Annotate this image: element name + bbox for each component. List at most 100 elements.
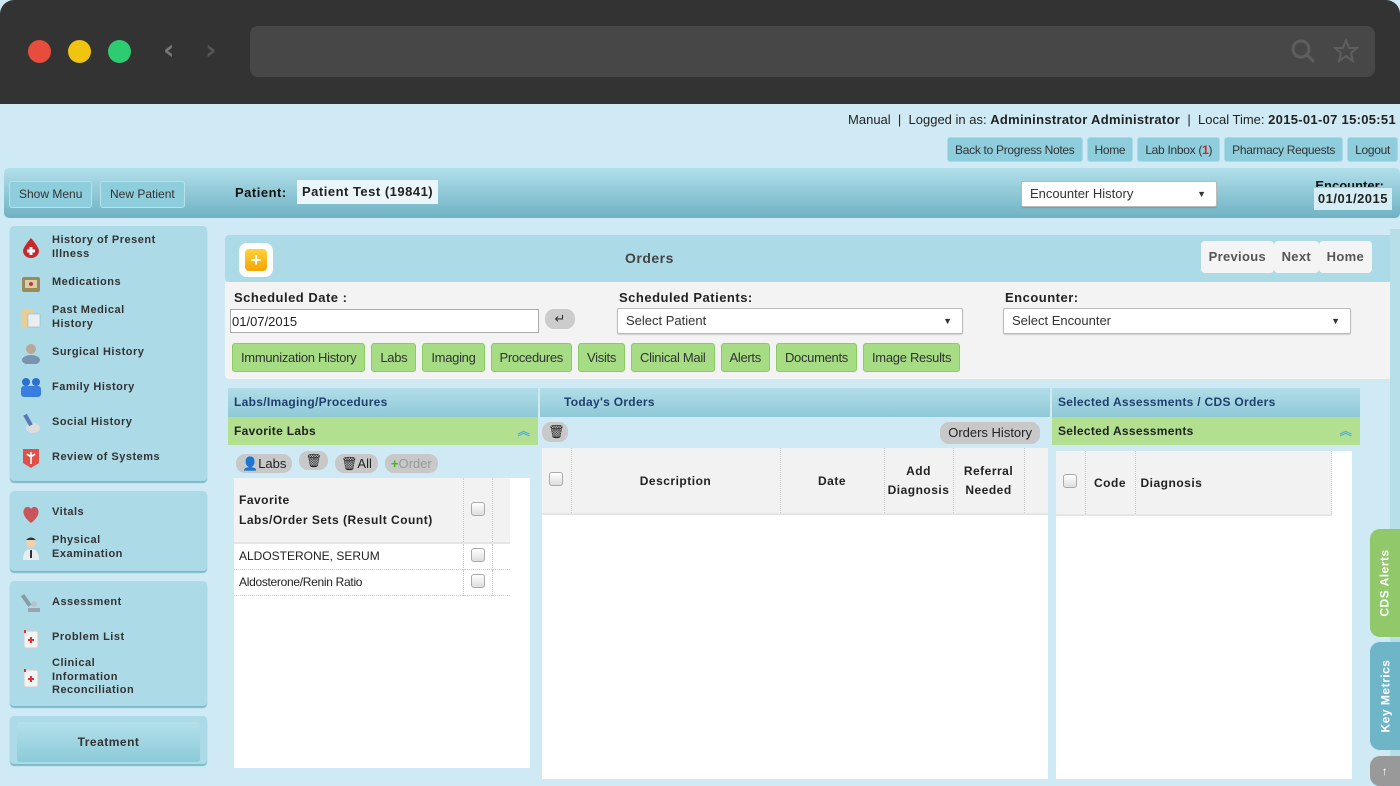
back-arrow-icon[interactable]: ‹ [163,36,175,64]
sidebar-item-history-present-illness[interactable]: History of Present Illness [10,230,207,265]
sidebar-item-medications[interactable]: Medications [10,265,207,300]
collapse-chevron-icon[interactable]: ︽ [1340,417,1352,445]
previous-button[interactable]: Previous [1200,241,1274,273]
labs-button[interactable]: 👤Labs [236,454,293,473]
scheduled-patients-select[interactable]: Select Patient ▼ [617,308,963,334]
surgeon-icon [10,342,52,364]
orders-history-button[interactable]: Orders History [940,422,1040,444]
home-link[interactable]: Home [1086,137,1134,162]
select-all-checkbox[interactable] [549,472,564,486]
labs-panel: Labs/Imaging/Procedures Favorite Labs ︽ 👤… [228,388,538,779]
image-results-button[interactable]: Image Results [863,343,961,372]
todays-orders-table: Description Date Add Diagnosis Referral Ne… [542,448,1048,515]
sidebar-item-surgical-history[interactable]: Surgical History [10,335,207,370]
visits-button[interactable]: Visits [578,343,626,372]
home-button[interactable]: Home [1318,241,1372,273]
logged-in-label: Logged in as: [908,112,987,127]
procedures-button[interactable]: Procedures [490,343,573,372]
collapse-chevron-icon[interactable]: ︽ [518,417,530,445]
imaging-button[interactable]: Imaging [422,343,485,372]
sidebar-item-physical-examination[interactable]: Physical Examination [10,530,207,565]
minimize-window-button[interactable] [68,40,91,63]
medicine-jar-icon [10,666,52,688]
order-button[interactable]: +Order [384,454,438,473]
logout-link[interactable]: Logout [1347,137,1398,162]
close-window-button[interactable] [28,40,51,63]
key-metrics-label: Key Metrics [1378,659,1392,733]
table-row[interactable]: ALDOSTERONE, SERUM [234,543,510,569]
favorite-labs-header[interactable]: Favorite Labs ︽ [228,417,538,445]
scroll-up-tab[interactable]: ↑ [1370,756,1400,786]
address-bar[interactable] [250,26,1375,77]
selected-assessments-title: Selected Assessments [1058,424,1194,438]
back-to-progress-notes-button[interactable]: Back to Progress Notes [947,137,1083,162]
key-metrics-tab[interactable]: Key Metrics [1370,642,1400,750]
search-icon[interactable] [1290,38,1316,69]
todays-orders-toolbar: 🗑 Orders History [540,417,1050,447]
code-column-header[interactable]: Code [1085,451,1136,515]
next-button[interactable]: Next [1273,241,1319,273]
patient-name[interactable]: Patient Test (19841) [297,180,439,204]
clinical-mail-button[interactable]: Clinical Mail [631,343,715,372]
labs-button[interactable]: Labs [371,343,417,372]
documents-button[interactable]: Documents [775,343,857,372]
new-patient-button[interactable]: New Patient [100,181,185,208]
favorite-labs-table: Favorite Labs/Order Sets (Result Count) A… [234,478,510,596]
add-diagnosis-column-header[interactable]: Add Diagnosis [884,448,954,514]
delete-button[interactable]: 🗑 [299,451,328,470]
sidebar-item-past-medical-history[interactable]: Past Medical History [10,300,207,335]
encounter-history-value: Encounter History [1030,186,1134,201]
maximize-window-button[interactable] [108,40,131,63]
todays-orders-panel: Today's Orders 🗑 Orders History Descript… [540,388,1050,779]
folder-icon [10,307,52,329]
selected-assessments-header[interactable]: Selected Assessments ︽ [1052,417,1360,445]
patient-bar: Show Menu New Patient Patient: Patient T… [4,168,1400,218]
enter-date-button[interactable]: ↵ [545,309,575,329]
trash-icon: 🗑 [548,424,565,439]
sidebar-item-social-history[interactable]: Social History [10,405,207,440]
select-all-checkbox[interactable] [470,501,485,516]
pharmacy-requests-link[interactable]: Pharmacy Requests [1224,137,1344,162]
referral-needed-column-header[interactable]: Referral Needed [953,448,1025,514]
favorite-labs-table-container: Favorite Labs/Order Sets (Result Count) A… [234,478,530,768]
encounter-history-select[interactable]: Encounter History ▼ [1021,181,1217,207]
date-column-header[interactable]: Date [780,448,885,514]
separator: | [897,112,902,127]
delete-order-button[interactable]: 🗑 [542,422,568,442]
encounter-select[interactable]: Select Encounter ▼ [1003,308,1351,334]
select-all-cell [463,478,493,544]
scheduled-date-input[interactable] [230,309,539,333]
cds-alerts-tab[interactable]: CDS Alerts [1370,529,1400,637]
sidebar-item-family-history[interactable]: Family History [10,370,207,405]
row-checkbox[interactable] [470,573,485,588]
row-checkbox[interactable] [470,547,485,562]
local-time-label: Local Time: [1198,112,1265,127]
header-line: Diagnosis [887,482,950,497]
sidebar-item-clinical-info-reconciliation[interactable]: Clinical Information Reconciliation [10,655,207,700]
checkbox-cell [463,569,493,595]
bookmark-star-icon[interactable] [1332,37,1360,69]
trash-icon: 🗑 [340,456,358,471]
sidebar-group-treatment: Treatment [10,715,207,764]
sidebar-label: Clinical Information Reconciliation [52,657,135,696]
delete-all-button[interactable]: 🗑All [334,454,378,473]
show-menu-button[interactable]: Show Menu [9,181,93,208]
sidebar-item-assessment[interactable]: Assessment [10,585,207,620]
treatment-button[interactable]: Treatment [17,721,200,762]
diagnosis-column-header[interactable]: Diagnosis [1135,451,1332,515]
select-value: Select Patient [626,313,707,328]
lab-inbox-link[interactable]: Lab Inbox (1) [1137,137,1221,162]
select-all-checkbox[interactable] [1063,474,1078,488]
encounter-date[interactable]: 01/01/2015 [1313,188,1392,210]
forward-arrow-icon[interactable]: › [205,36,217,64]
sidebar-item-problem-list[interactable]: Problem List [10,620,207,655]
add-order-button[interactable]: + [239,243,273,277]
sidebar-item-vitals[interactable]: Vitals [10,495,207,530]
mode-label: Manual [848,112,891,127]
sidebar-item-review-of-systems[interactable]: Review of Systems [10,440,207,475]
alerts-button[interactable]: Alerts [720,343,770,372]
description-column-header[interactable]: Description [571,448,781,514]
table-row[interactable]: Aldosterone/Renin Ratio [234,569,510,595]
immunization-history-button[interactable]: Immunization History [232,343,366,372]
checkbox-cell [463,543,493,569]
